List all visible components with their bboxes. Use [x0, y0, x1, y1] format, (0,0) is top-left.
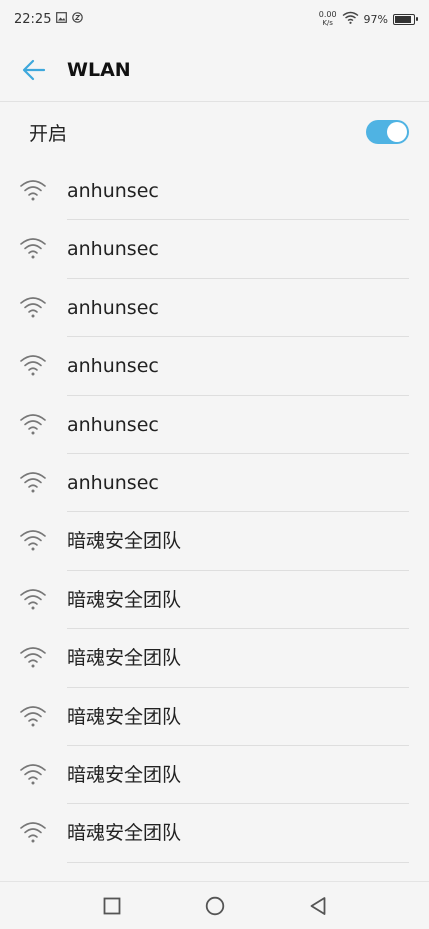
wifi-network-name: 暗魂安全团队: [67, 763, 182, 786]
arrow-left-icon: [22, 59, 46, 80]
wifi-signal-icon: [19, 528, 47, 552]
wifi-network-item[interactable]: anhunsec: [0, 454, 429, 513]
wifi-network-name: 暗魂安全团队: [67, 588, 182, 611]
wifi-signal-icon: [19, 178, 47, 202]
wifi-network-name: 暗魂安全团队: [67, 705, 182, 728]
net-speed-value: 0.00: [318, 10, 337, 19]
wifi-network-name: anhunsec: [67, 238, 159, 261]
wifi-signal-icon: [19, 353, 47, 377]
nav-back-button[interactable]: [298, 886, 338, 926]
square-icon: [103, 897, 120, 914]
back-button[interactable]: [14, 50, 54, 90]
blocked-notification-icon: [72, 11, 84, 27]
wifi-network-name: anhunsec: [67, 296, 159, 319]
wifi-network-item[interactable]: anhunsec: [0, 162, 429, 221]
wifi-network-item[interactable]: anhunsec: [0, 220, 429, 279]
wifi-network-item[interactable]: 暗魂安全团队: [0, 746, 429, 805]
wifi-network-item[interactable]: anhunsec: [0, 279, 429, 338]
wifi-network-item[interactable]: 暗魂安全团队: [0, 571, 429, 630]
wlan-toggle-label: 开启: [29, 122, 68, 145]
image-notification-icon: [56, 11, 68, 27]
wifi-network-item[interactable]: anhunsec: [0, 337, 429, 396]
battery-fill: [395, 15, 411, 23]
wifi-network-name: anhunsec: [67, 355, 159, 378]
recents-button[interactable]: [92, 886, 132, 926]
wifi-network-name: anhunsec: [67, 413, 159, 436]
wifi-signal-icon: [19, 587, 47, 611]
list-divider: [67, 861, 409, 863]
wifi-signal-icon: [19, 762, 47, 786]
status-bar-left: 22:25: [14, 11, 84, 27]
battery-percent: 97%: [363, 12, 388, 26]
wlan-toggle-switch[interactable]: [366, 120, 409, 144]
wifi-network-item[interactable]: 暗魂安全团队: [0, 804, 429, 863]
wifi-network-name: 暗魂安全团队: [67, 822, 182, 845]
wifi-network-item[interactable]: 暗魂安全团队: [0, 688, 429, 746]
wifi-network-name: anhunsec: [67, 180, 159, 202]
switch-knob: [387, 122, 407, 142]
home-button[interactable]: [195, 886, 235, 926]
net-speed-unit: K/s: [322, 19, 333, 27]
wifi-signal-icon: [19, 704, 47, 728]
page-title: WLAN: [67, 58, 131, 81]
net-speed: 0.00 K/s: [318, 10, 337, 28]
wifi-signal-icon: [19, 295, 47, 319]
wifi-network-name: 暗魂安全团队: [67, 530, 182, 553]
wifi-signal-icon: [19, 236, 47, 260]
wifi-network-list: anhunsec anhunsec anhunsec anhunsec anhunsec…: [0, 162, 429, 863]
status-bar: 22:25 0.00 K/s 97%: [0, 0, 429, 38]
triangle-back-icon: [310, 896, 325, 915]
wifi-signal-icon: [19, 412, 47, 436]
wlan-toggle-row[interactable]: 开启: [0, 103, 429, 161]
wifi-signal-icon: [19, 645, 47, 669]
wifi-network-name: 暗魂安全团队: [67, 647, 182, 670]
wifi-network-name: anhunsec: [67, 471, 159, 494]
wifi-signal-icon: [19, 470, 47, 494]
wifi-network-item[interactable]: 暗魂安全团队: [0, 512, 429, 571]
wifi-network-item[interactable]: anhunsec: [0, 396, 429, 454]
wifi-signal-icon: [19, 820, 47, 844]
status-time: 22:25: [14, 11, 52, 27]
circle-icon: [205, 896, 224, 915]
system-nav-bar: [0, 881, 429, 929]
wifi-network-item[interactable]: 暗魂安全团队: [0, 629, 429, 688]
wifi-status-icon: [342, 11, 359, 28]
status-bar-right: 0.00 K/s 97%: [318, 10, 418, 28]
wlan-settings-screen: 22:25 0.00 K/s 97% WLAN 开启 anhunsec anhu…: [0, 0, 429, 929]
battery-icon: [393, 13, 418, 25]
app-bar: WLAN: [0, 38, 429, 102]
